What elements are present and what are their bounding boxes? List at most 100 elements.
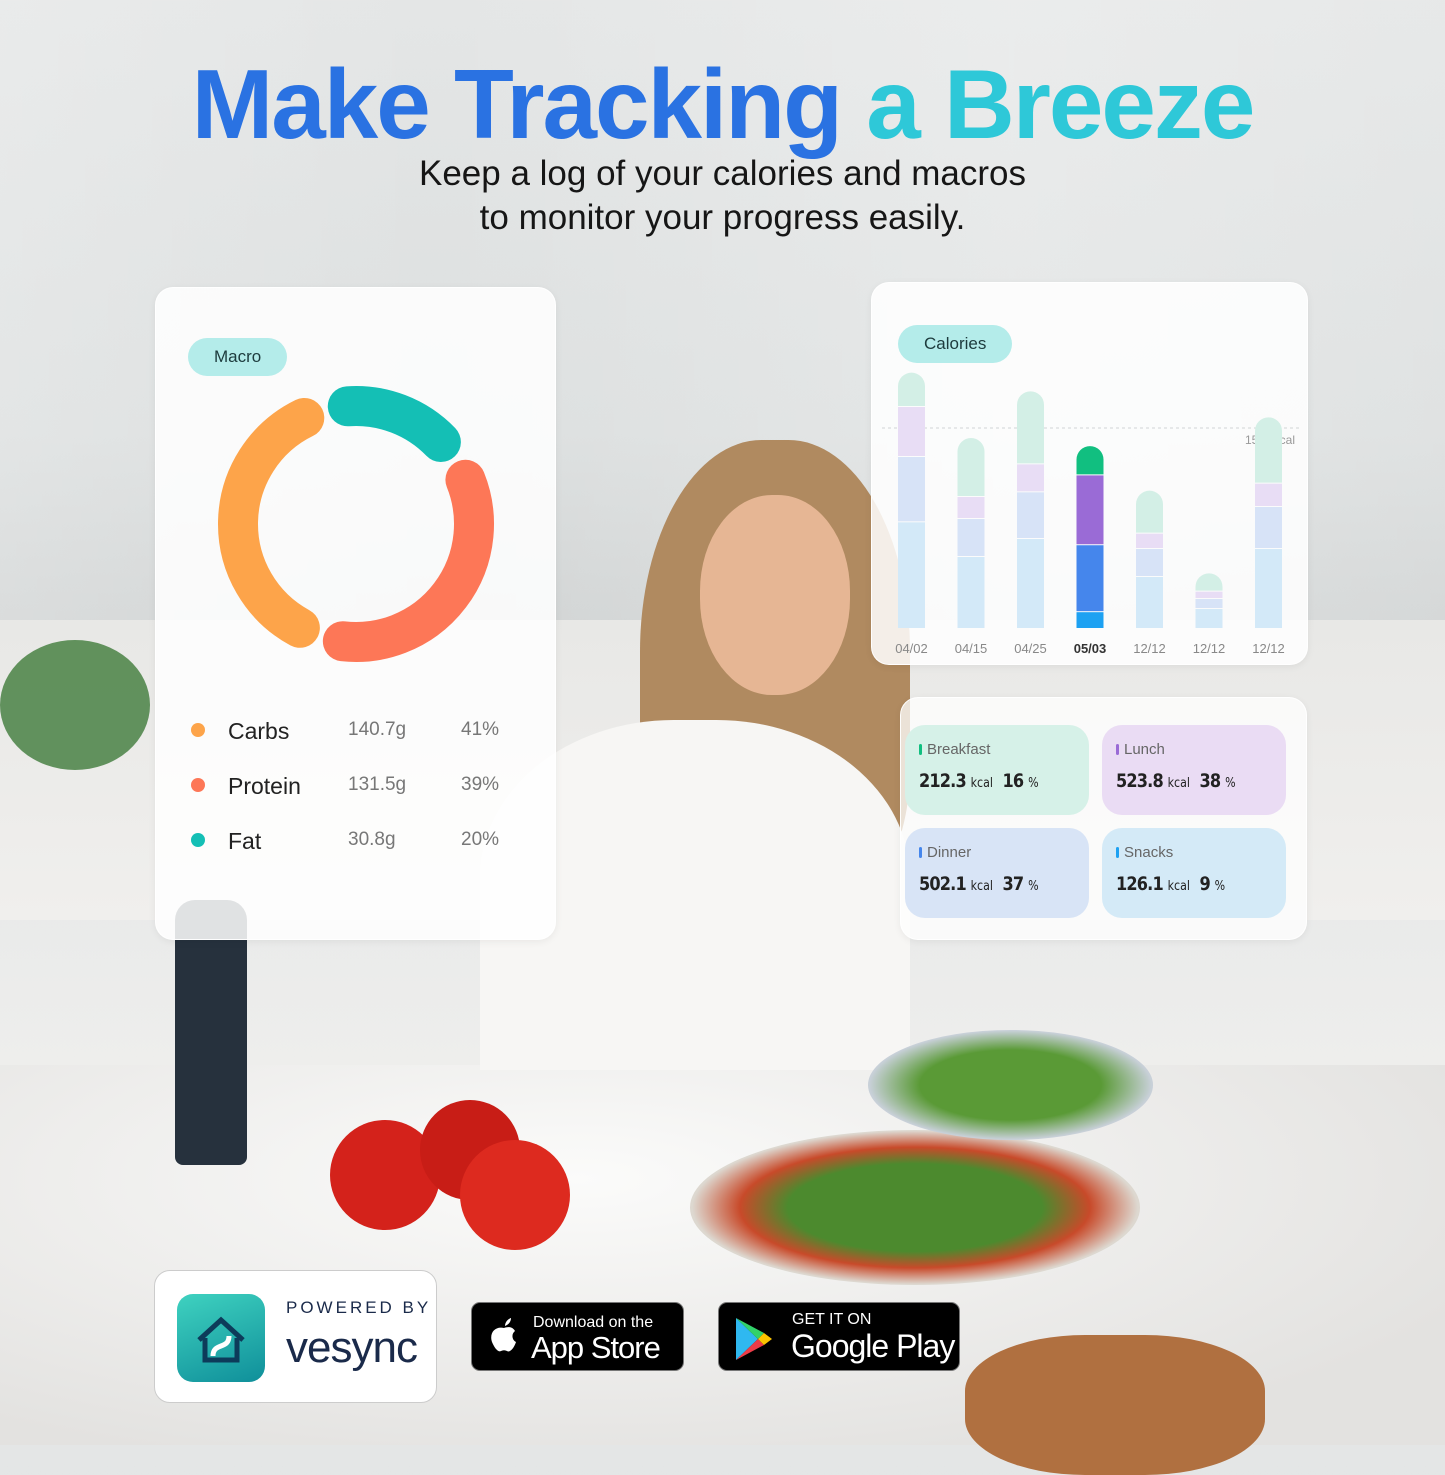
bar-segment [1076, 475, 1104, 545]
macro-label: Macro [188, 338, 288, 376]
bar-segment [1076, 446, 1104, 475]
bar-segment [1136, 549, 1163, 576]
google-play-big: Google Play [791, 1328, 955, 1364]
calories-bar-chart: 1500Kcal04/0204/1504/2505/0312/1212/1212… [882, 372, 1299, 656]
macro-legend-item: Fat 30.8g 20% [191, 828, 531, 858]
meal-percent: 16 [1002, 770, 1024, 792]
bar-segment [1195, 573, 1223, 591]
bar-segment [957, 557, 985, 628]
meal-accent-bar [919, 744, 922, 755]
meal-accent-bar [919, 847, 922, 858]
subtitle: Keep a log of your calories and macros to… [0, 152, 1445, 240]
bar-segment [1076, 612, 1104, 628]
bar-segment [1017, 464, 1044, 492]
legend-dot [191, 833, 205, 847]
meal-card-snacks[interactable]: Snacks 126.1 kcal 9 % [1102, 828, 1286, 918]
macro-grams: 131.5g [348, 774, 407, 795]
bar-12/12[interactable] [1195, 573, 1223, 628]
donut-segment-fat [327, 386, 461, 463]
google-play-icon [736, 1318, 772, 1360]
bar-12/12[interactable] [1255, 417, 1282, 628]
vesync-badge[interactable]: POWERED BY vesync [154, 1270, 437, 1403]
macro-donut-chart [218, 386, 494, 662]
subtitle-line1: Keep a log of your calories and macros [419, 154, 1026, 193]
x-tick-label: 04/25 [1014, 641, 1047, 656]
subtitle-line2: to monitor your progress easily. [479, 198, 966, 237]
bar-04/15[interactable] [957, 438, 985, 628]
meal-percent-unit: % [1028, 776, 1039, 791]
x-tick-label: 12/12 [1252, 641, 1285, 656]
meal-card-dinner[interactable]: Dinner 502.1 kcal 37 % [905, 828, 1089, 918]
meal-name: Dinner [927, 844, 972, 861]
app-store-big: App Store [531, 1330, 661, 1365]
headline: Make Tracking a Breeze [0, 48, 1445, 161]
meal-accent-bar [1116, 847, 1119, 858]
bar-segment [1195, 599, 1223, 608]
macro-percent: 39% [461, 774, 500, 795]
macro-card: Macro Carbs 140.7g 41% Protein 131.5g 39… [155, 287, 556, 940]
bar-segment [1136, 577, 1163, 628]
meal-name: Snacks [1124, 844, 1174, 861]
bar-04/25[interactable] [1017, 391, 1044, 628]
meals-card: Breakfast 212.3 kcal 16 % Lunch 523.8 kc… [900, 697, 1307, 940]
tomatoes [330, 1100, 570, 1250]
meal-percent: 38 [1199, 770, 1221, 792]
bar-segment [957, 438, 985, 496]
bar-segment [1017, 391, 1044, 464]
app-store-button[interactable]: Download on the App Store [471, 1302, 684, 1371]
macro-grams: 30.8g [348, 829, 396, 850]
macro-percent: 41% [461, 719, 500, 740]
meal-kcal: 502.1 [919, 873, 967, 895]
bar-segment [898, 407, 925, 456]
bar-segment [1136, 533, 1163, 548]
meal-kcal: 523.8 [1116, 770, 1164, 792]
meal-percent-unit: % [1028, 879, 1039, 894]
macro-grams: 140.7g [348, 719, 407, 740]
apple-icon [491, 1318, 516, 1352]
vesync-app-icon [177, 1294, 265, 1382]
meal-card-breakfast[interactable]: Breakfast 212.3 kcal 16 % [905, 725, 1089, 815]
salad-plate [690, 1130, 1140, 1285]
macro-percent: 20% [461, 829, 500, 850]
meal-kcal: 126.1 [1116, 873, 1164, 895]
meal-percent: 37 [1002, 873, 1024, 895]
meal-name: Lunch [1124, 741, 1165, 758]
x-tick-label: 04/15 [955, 641, 988, 656]
bar-segment [1255, 417, 1282, 483]
bar-segment [1076, 545, 1104, 612]
powered-by-text: POWERED BY [286, 1298, 432, 1317]
bar-segment [1255, 507, 1282, 548]
x-tick-label: 05/03 [1074, 641, 1107, 656]
headline-part1: Make Tracking [191, 49, 843, 159]
bar-segment [1195, 591, 1223, 598]
bar-segment [1195, 609, 1223, 628]
legend-dot [191, 723, 205, 737]
bar-segment [1255, 549, 1282, 628]
bar-05/03[interactable] [1076, 446, 1104, 628]
meal-kcal-unit: kcal [1167, 879, 1190, 894]
google-play-small: GET IT ON [792, 1311, 872, 1328]
meal-percent-unit: % [1225, 776, 1236, 791]
meal-card-lunch[interactable]: Lunch 523.8 kcal 38 % [1102, 725, 1286, 815]
bar-12/12[interactable] [1136, 490, 1163, 628]
macro-name: Protein [228, 773, 301, 799]
bar-segment [898, 522, 925, 628]
x-tick-label: 12/12 [1133, 641, 1166, 656]
bar-segment [1255, 483, 1282, 506]
macro-legend-item: Carbs 140.7g 41% [191, 718, 531, 748]
meal-kcal-unit: kcal [970, 776, 993, 791]
x-tick-label: 12/12 [1193, 641, 1226, 656]
meal-kcal-unit: kcal [970, 879, 993, 894]
salad-bowl [868, 1030, 1153, 1140]
bar-segment [1017, 539, 1044, 628]
meal-percent-unit: % [1214, 879, 1226, 894]
bar-04/02[interactable] [898, 372, 925, 628]
meal-percent: 9 [1199, 873, 1210, 895]
plant [0, 640, 150, 770]
headline-part2: a Breeze [866, 49, 1255, 159]
macro-name: Carbs [228, 718, 290, 744]
donut-segment-protein [322, 459, 494, 662]
macro-legend-item: Protein 131.5g 39% [191, 773, 531, 803]
google-play-button[interactable]: GET IT ON Google Play [718, 1302, 960, 1371]
meal-kcal: 212.3 [919, 770, 967, 792]
